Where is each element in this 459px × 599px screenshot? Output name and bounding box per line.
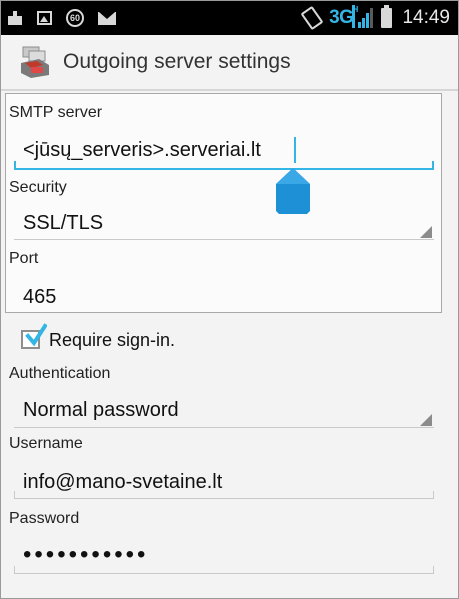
smtp-server-input[interactable]: <jūsų_serveris>.serveriai.lt (23, 139, 261, 162)
mail-icon (98, 11, 116, 25)
check-icon (25, 323, 47, 347)
authentication-underline (14, 427, 434, 428)
username-input[interactable]: info@mano-svetaine.lt (23, 471, 222, 494)
network-type-label: 3G (329, 7, 354, 28)
password-underline-left-tick (14, 566, 15, 574)
password-label: Password (9, 510, 80, 527)
username-underline-left-tick (14, 491, 15, 499)
action-bar: Outgoing server settings (1, 35, 458, 91)
smtp-server-underline-right-tick (432, 161, 434, 169)
status-bar: 60 3G H 14:49 (1, 1, 458, 35)
port-label: Port (9, 250, 39, 267)
vibrate-icon (300, 5, 324, 31)
clock: 14:49 (402, 7, 450, 28)
text-selection-handle[interactable] (276, 168, 310, 215)
password-underline-right-tick (433, 566, 434, 574)
password-input[interactable]: ••••••••••• (23, 541, 148, 569)
username-underline (14, 498, 434, 499)
image-icon (37, 11, 52, 25)
app-icon[interactable] (19, 45, 51, 79)
screen: 60 3G H 14:49 Outgoing server settings S… (0, 0, 459, 599)
status-bar-left: 60 (7, 6, 116, 30)
require-sign-in-label[interactable]: Require sign-in. (49, 330, 175, 351)
smtp-server-label: SMTP server (9, 104, 103, 121)
authentication-label: Authentication (9, 365, 111, 382)
sixty-icon: 60 (66, 9, 84, 27)
usb-icon (7, 11, 23, 25)
page-title: Outgoing server settings (63, 50, 291, 73)
status-bar-right: 3G H 14:49 (300, 5, 450, 31)
authentication-spinner[interactable]: Normal password (23, 399, 179, 422)
battery-icon (381, 5, 393, 28)
authentication-dropdown-icon (420, 414, 432, 426)
security-underline (14, 239, 434, 240)
text-cursor (294, 137, 296, 163)
username-label: Username (9, 435, 83, 452)
password-underline (14, 573, 434, 574)
require-sign-in-checkbox[interactable] (21, 323, 47, 349)
smtp-server-underline-left-tick (14, 161, 16, 169)
security-dropdown-icon (420, 226, 432, 238)
smtp-server-underline (14, 168, 434, 170)
port-input[interactable]: 465 (23, 286, 56, 309)
server-settings-group (5, 93, 442, 313)
username-underline-right-tick (433, 491, 434, 499)
signal-icon: H (352, 5, 374, 28)
security-spinner[interactable]: SSL/TLS (23, 212, 103, 235)
security-label: Security (9, 179, 67, 196)
network-sub-label: H (352, 5, 358, 28)
